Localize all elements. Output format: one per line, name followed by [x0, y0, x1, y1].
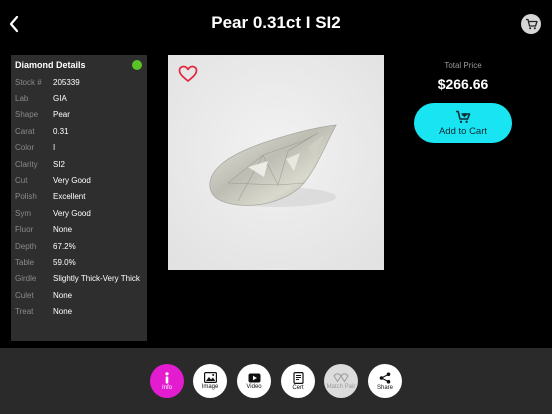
tab-cert[interactable]: Cert [281, 364, 315, 398]
detail-label: Shape [15, 110, 39, 120]
detail-row-table: Table 59.0% [15, 254, 145, 270]
details-list: Stock # 205339 Lab GIA Shape Pear Carat 0.31… [15, 74, 145, 320]
favorite-button[interactable] [178, 65, 198, 88]
detail-value: None [53, 290, 73, 300]
detail-value: None [53, 307, 73, 317]
detail-row-depth: Depth 67.2% [15, 238, 145, 254]
detail-label: Girdle [15, 274, 37, 284]
status-indicator [132, 60, 142, 70]
detail-label: Cut [15, 176, 28, 186]
bottom-toolbar: Info Image Video Cert Match Pair Share [0, 348, 552, 414]
tab-video[interactable]: Video [237, 364, 271, 398]
detail-label: Clarity [15, 159, 38, 169]
tab-label: Info [161, 384, 172, 391]
heart-icon [178, 65, 198, 82]
detail-label: Lab [15, 94, 29, 104]
cart-button[interactable] [521, 14, 541, 34]
tab-label: Share [376, 384, 393, 391]
tab-image[interactable]: Image [193, 364, 227, 398]
detail-label: Table [15, 257, 35, 267]
detail-row-carat: Carat 0.31 [15, 123, 145, 139]
add-to-cart-button[interactable]: Add to Cart [414, 103, 512, 143]
detail-row-girdle: Girdle Slightly Thick-Very Thick [15, 271, 145, 287]
detail-row-stock: Stock # 205339 [15, 74, 145, 90]
detail-label: Treat [15, 307, 34, 317]
detail-row-cut: Cut Very Good [15, 172, 145, 188]
diamond-photo [168, 55, 384, 270]
detail-row-polish: Polish Excellent [15, 189, 145, 205]
detail-row-shape: Shape Pear [15, 107, 145, 123]
detail-label: Sym [15, 208, 31, 218]
detail-row-fluorescence: Fluor None [15, 222, 145, 238]
tab-label: Cert [292, 384, 304, 391]
diamond-image[interactable] [168, 55, 384, 270]
detail-value: Very Good [53, 176, 91, 186]
detail-label: Fluor [15, 225, 34, 235]
detail-value: 59.0% [53, 257, 76, 267]
image-icon [203, 372, 217, 383]
detail-value: Pear [53, 110, 70, 120]
page-title: Pear 0.31ct I SI2 [211, 13, 341, 32]
cart-icon [525, 18, 538, 30]
cart-plus-icon [456, 110, 471, 123]
detail-label: Culet [15, 290, 34, 300]
detail-value: Excellent [53, 192, 86, 202]
detail-row-clarity: Clarity SI2 [15, 156, 145, 172]
detail-value: 0.31 [53, 126, 69, 136]
total-price-label: Total Price [444, 61, 482, 70]
tab-label: Match Pair [326, 383, 356, 390]
certificate-icon [292, 371, 304, 384]
detail-label: Stock # [15, 77, 42, 87]
detail-value: 205339 [53, 77, 80, 87]
share-icon [379, 372, 391, 383]
detail-value: 67.2% [53, 241, 76, 251]
detail-value: Very Good [53, 208, 91, 218]
match-pair-icon [333, 373, 349, 382]
diamond-details-panel: Diamond Details Stock # 205339 Lab GIA Sha… [11, 55, 147, 341]
tab-label: Image [201, 384, 219, 390]
detail-value: SI2 [53, 159, 66, 169]
detail-row-treatment: Treat None [15, 303, 145, 319]
detail-row-culet: Culet None [15, 287, 145, 303]
tab-share[interactable]: Share [368, 364, 402, 398]
video-icon [248, 373, 260, 382]
total-price-value: $266.66 [437, 76, 489, 92]
details-title: Diamond Details [15, 60, 86, 70]
detail-value: None [53, 225, 73, 235]
tab-label: Video [246, 383, 262, 390]
detail-value: I [53, 143, 56, 153]
detail-row-color: Color I [15, 140, 145, 156]
detail-value: Slightly Thick-Very Thick [53, 274, 140, 284]
detail-label: Depth [15, 241, 37, 251]
detail-value: GIA [53, 94, 67, 104]
add-to-cart-label: Add to Cart [438, 125, 488, 137]
tab-match-pair[interactable]: Match Pair [324, 364, 358, 398]
detail-label: Carat [15, 126, 35, 136]
detail-label: Polish [15, 192, 37, 202]
detail-row-lab: Lab GIA [15, 90, 145, 106]
detail-row-symmetry: Sym Very Good [15, 205, 145, 221]
tab-info[interactable]: Info [150, 364, 184, 398]
top-bar: Pear 0.31ct I SI2 [0, 0, 552, 50]
info-icon [165, 371, 169, 383]
detail-label: Color [15, 143, 35, 153]
